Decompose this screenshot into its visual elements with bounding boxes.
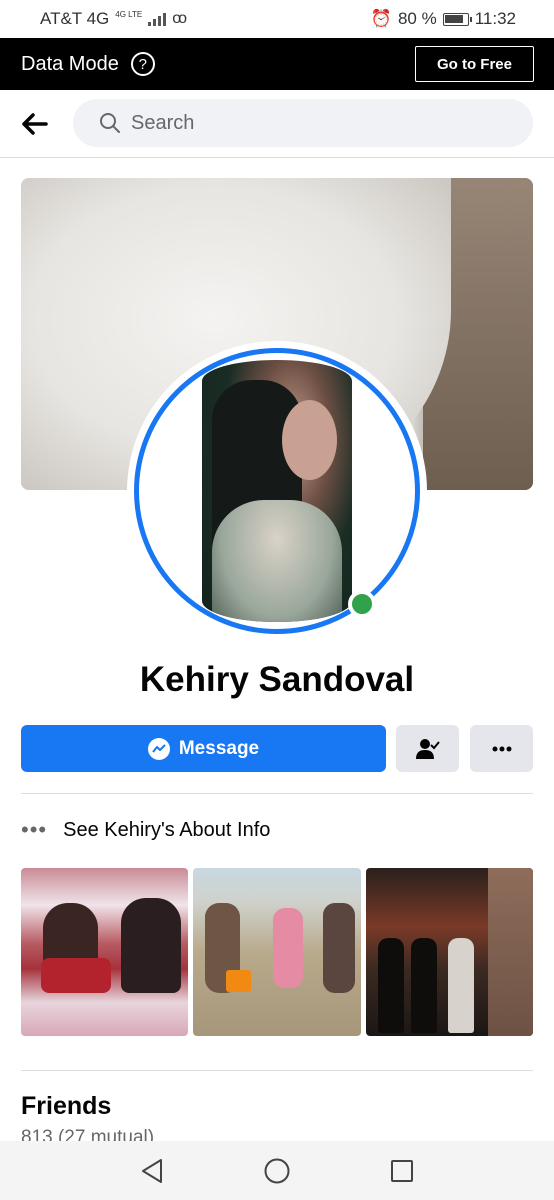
profile-actions: Message	[21, 725, 533, 772]
message-button[interactable]: Message	[21, 725, 386, 772]
divider	[21, 793, 533, 794]
battery-percent: 80 %	[397, 9, 437, 28]
alarm-icon: ⏰	[370, 9, 392, 28]
clock: 11:32	[474, 9, 516, 28]
profile-picture[interactable]	[127, 341, 427, 641]
help-icon[interactable]: ?	[130, 52, 155, 76]
friends-section-title: Friends	[21, 1092, 112, 1120]
status-bar: AT&T 4G 4G LTE oo ⏰ 80 % 11:32	[0, 0, 554, 38]
voicemail-icon: oo	[172, 10, 187, 27]
status-right: ⏰ 80 % 11:32	[371, 9, 516, 29]
signal-icon	[148, 12, 167, 26]
header-search-row: Search	[0, 90, 554, 158]
more-dots-icon	[492, 746, 511, 751]
divider	[21, 1070, 533, 1071]
back-button[interactable]	[0, 94, 70, 154]
system-nav-bar	[0, 1141, 554, 1200]
photo-thumbnail[interactable]	[21, 868, 189, 1036]
carrier-label: AT&T 4G	[40, 9, 110, 28]
featured-photos	[21, 868, 533, 1036]
friends-status-button[interactable]	[396, 725, 459, 772]
search-input[interactable]: Search	[73, 99, 533, 147]
avatar	[202, 360, 352, 622]
nav-back-button[interactable]	[132, 1151, 172, 1191]
search-icon	[100, 113, 120, 133]
more-dots-icon: •••	[21, 817, 48, 842]
about-info-label: See Kehiry's About Info	[63, 818, 271, 841]
photo-thumbnail[interactable]	[365, 868, 533, 1036]
photo-thumbnail[interactable]	[193, 868, 361, 1036]
data-mode-label-group: Data Mode ?	[21, 52, 155, 76]
nav-home-button[interactable]	[257, 1151, 297, 1191]
message-button-label: Message	[178, 737, 260, 759]
search-placeholder: Search	[131, 111, 195, 134]
friends-count: 813 (27 mutual)	[21, 1127, 155, 1141]
profile-name: Kehiry Sandoval	[139, 660, 415, 699]
data-mode-bar: Data Mode ? Go to Free	[0, 38, 554, 90]
messenger-icon	[147, 737, 170, 760]
story-ring	[134, 348, 420, 634]
back-triangle-icon	[142, 1158, 163, 1183]
online-status-indicator	[348, 590, 376, 618]
friend-check-icon	[415, 738, 440, 759]
go-to-free-button[interactable]: Go to Free	[414, 46, 534, 82]
data-mode-label: Data Mode	[21, 52, 119, 75]
nav-recents-button[interactable]	[382, 1151, 422, 1191]
more-options-button[interactable]	[470, 725, 533, 772]
about-info-link[interactable]: ••• See Kehiry's About Info	[21, 812, 270, 848]
battery-icon	[442, 12, 472, 26]
back-arrow-icon	[22, 112, 48, 135]
status-left: AT&T 4G 4G LTE oo	[40, 9, 187, 29]
home-circle-icon	[264, 1158, 290, 1183]
recents-square-icon	[390, 1159, 413, 1182]
network-badge: 4G LTE	[115, 9, 143, 19]
